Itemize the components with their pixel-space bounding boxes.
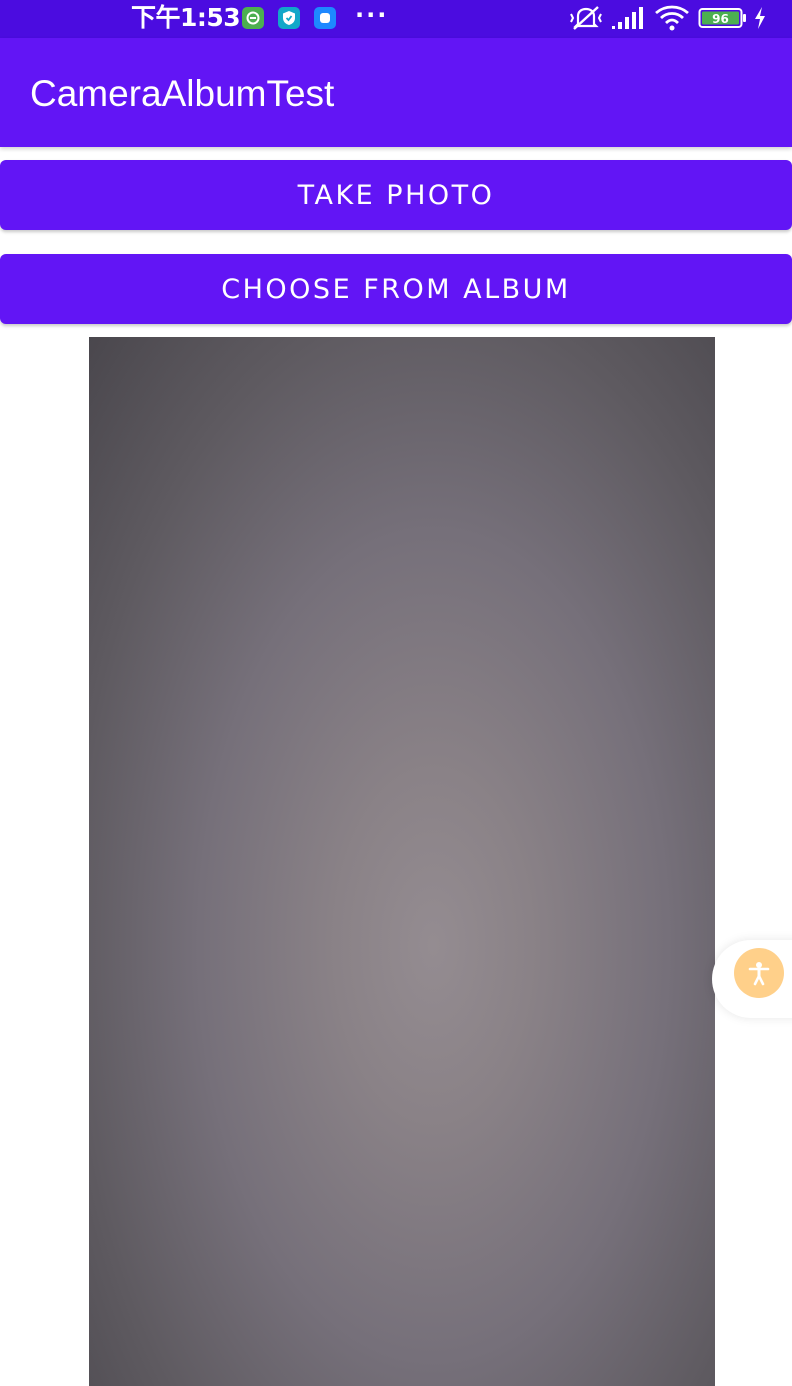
app-title: CameraAlbumTest — [30, 73, 335, 114]
accessibility-icon[interactable] — [734, 948, 784, 998]
photo-preview-image — [89, 337, 715, 1386]
floating-accessibility-panel[interactable] — [712, 940, 792, 1018]
take-photo-button[interactable]: TAKE PHOTO — [0, 160, 792, 230]
charging-icon — [755, 7, 765, 29]
battery-level-text: 96 — [712, 12, 729, 26]
status-time: 下午1:53 — [131, 3, 241, 32]
app-bar: CameraAlbumTest — [0, 38, 792, 147]
take-photo-label: TAKE PHOTO — [297, 179, 495, 211]
more-notifications-indicator: ··· — [355, 1, 389, 29]
battery-icon: 96 — [698, 8, 746, 28]
choose-from-album-button[interactable]: CHOOSE FROM ALBUM — [0, 254, 792, 324]
signal-icon — [612, 7, 643, 29]
status-bar: 下午1:53 ··· 96 — [0, 0, 792, 38]
wifi-icon — [655, 5, 689, 31]
chat-icon — [314, 7, 336, 29]
mute-vibrate-icon — [570, 6, 602, 30]
choose-from-album-label: CHOOSE FROM ALBUM — [221, 273, 571, 305]
app-notification-icon — [242, 7, 264, 29]
shield-icon — [278, 7, 300, 29]
